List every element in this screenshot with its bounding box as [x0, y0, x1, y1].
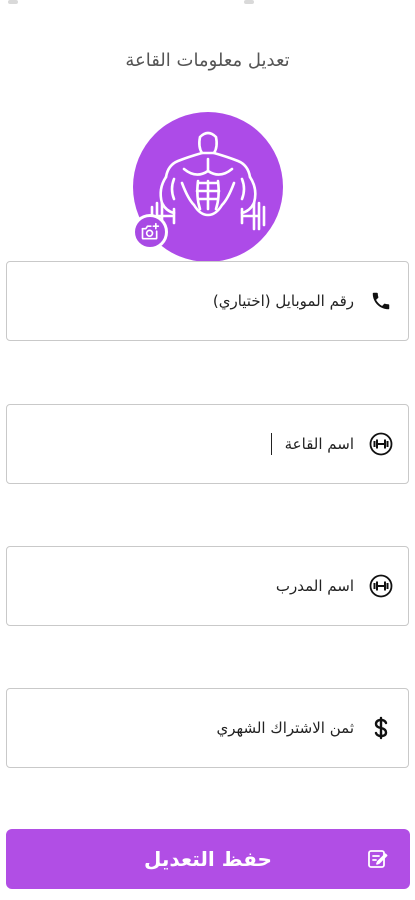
- save-changes-button[interactable]: حفظ التعديل: [6, 829, 410, 889]
- gym-avatar-container: [132, 112, 283, 262]
- trainer-name-label: اسم المدرب: [275, 577, 354, 595]
- phone-icon: [368, 288, 394, 314]
- trainer-name-field[interactable]: اسم المدرب: [6, 546, 409, 626]
- dumbbell-icon: [368, 573, 394, 599]
- monthly-price-label: ثمن الاشتراك الشهري: [216, 719, 354, 737]
- save-changes-label: حفظ التعديل: [144, 847, 272, 871]
- status-indicator: [8, 0, 18, 4]
- monthly-price-field[interactable]: ثمن الاشتراك الشهري: [6, 688, 409, 768]
- text-cursor: [271, 433, 272, 455]
- mobile-number-label: رقم الموبايل (اختياري): [212, 292, 354, 310]
- gym-name-label: اسم القاعة: [284, 435, 354, 453]
- edit-note-icon: [366, 847, 390, 871]
- status-indicator: [244, 0, 254, 4]
- mobile-number-field[interactable]: رقم الموبايل (اختياري): [6, 261, 409, 341]
- status-bar: [0, 0, 415, 14]
- page-title: تعديل معلومات القاعة: [125, 50, 290, 71]
- change-photo-button[interactable]: [132, 214, 168, 250]
- dollar-icon: [368, 715, 394, 741]
- gym-name-field[interactable]: اسم القاعة: [6, 404, 409, 484]
- dumbbell-icon: [368, 431, 394, 457]
- camera-add-icon: [141, 222, 160, 240]
